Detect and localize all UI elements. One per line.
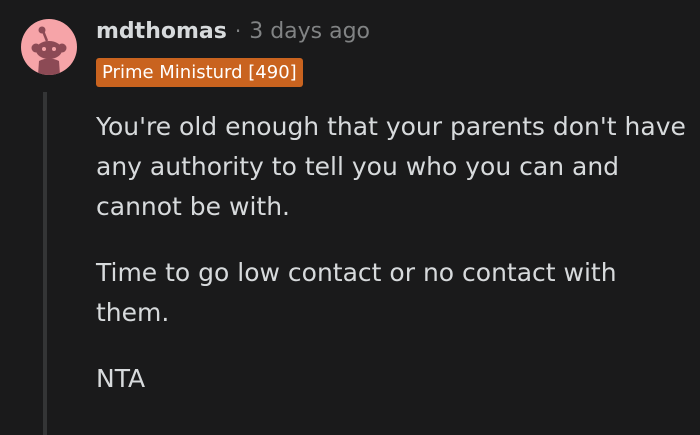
- comment-paragraph: Time to go low contact or no contact wit…: [96, 258, 617, 327]
- comment-paragraph: NTA: [96, 364, 146, 393]
- comment-paragraph: You're old enough that your parents don'…: [96, 112, 686, 221]
- user-flair: Prime Ministurd [490]: [96, 58, 303, 87]
- comment-meta: mdthomas · 3 days ago: [96, 14, 370, 48]
- comment: mdthomas · 3 days ago Prime Ministurd [4…: [0, 0, 700, 435]
- comment-body: You're old enough that your parents don'…: [96, 107, 686, 399]
- reddit-snoo-icon: [31, 26, 67, 75]
- username-link[interactable]: mdthomas: [96, 19, 227, 44]
- comment-timestamp[interactable]: 3 days ago: [249, 19, 370, 44]
- collapse-thread-line[interactable]: [43, 92, 47, 435]
- user-avatar[interactable]: [21, 19, 77, 75]
- meta-separator: ·: [234, 19, 242, 43]
